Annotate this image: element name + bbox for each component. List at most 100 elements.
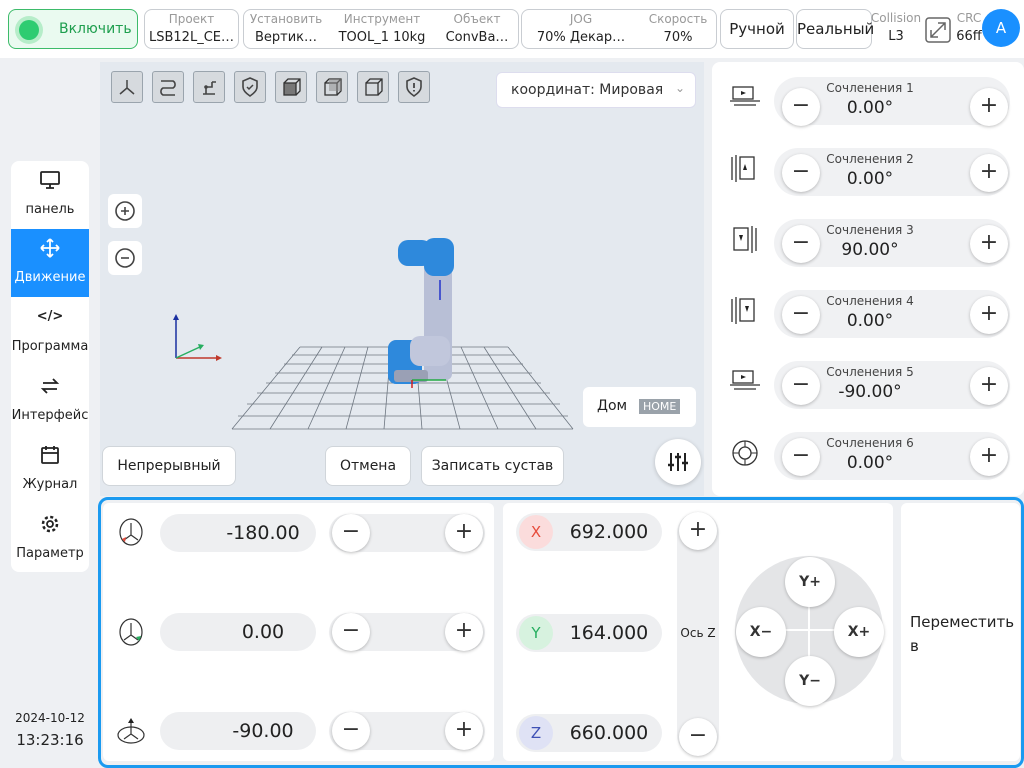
- y-plus-button[interactable]: Y+: [785, 557, 835, 607]
- jog-key: JOG: [569, 12, 593, 26]
- sliders-icon: [668, 453, 688, 471]
- jog-value: 70% Декар…: [536, 30, 626, 45]
- joint-6-plus-button[interactable]: +: [970, 438, 1008, 476]
- z-minus-button[interactable]: −: [679, 718, 717, 756]
- home-button[interactable]: Дом HOME: [583, 387, 696, 427]
- view-axes-icon[interactable]: [111, 71, 143, 103]
- tool-selector[interactable]: Инструмент TOOL_1 10kg: [330, 10, 434, 50]
- collision-level[interactable]: Collision L3: [870, 11, 922, 51]
- sidebar-item-log[interactable]: Журнал: [11, 436, 89, 504]
- view-path-icon[interactable]: [152, 71, 184, 103]
- calendar-icon: [11, 444, 89, 471]
- joint-4-icon: [731, 297, 755, 324]
- rx-minus-button[interactable]: −: [332, 514, 370, 552]
- y-minus-button[interactable]: Y−: [785, 656, 835, 706]
- view-shield-icon[interactable]: [234, 71, 266, 103]
- cancel-button[interactable]: Отмена: [325, 446, 411, 486]
- sidebar: панель Движение </> Программа Интерфейс …: [11, 161, 89, 572]
- y-value: 164.000: [569, 622, 649, 644]
- speed-selector[interactable]: Скорость 70%: [642, 10, 714, 50]
- rz-rotation-icon: [117, 718, 145, 744]
- crc-key: CRC: [956, 11, 982, 25]
- sidebar-item-panel[interactable]: панель: [11, 161, 89, 229]
- joint-2-plus-button[interactable]: +: [970, 154, 1008, 192]
- install-value: Вертик…: [254, 30, 318, 45]
- power-on-button[interactable]: Включить: [8, 9, 138, 49]
- rx-value-pill: -180.00: [160, 514, 316, 552]
- view-cube-front-icon[interactable]: [275, 71, 307, 103]
- speed-value: 70%: [663, 30, 693, 45]
- x-plus-button[interactable]: X+: [834, 607, 884, 657]
- joint-6-icon: [732, 440, 758, 466]
- view-warning-shield-icon[interactable]: [398, 71, 430, 103]
- zoom-in-button[interactable]: [108, 194, 142, 228]
- monitor-icon: [11, 169, 89, 196]
- joint-5-icon: [730, 370, 760, 390]
- sidebar-item-program[interactable]: </> Программа: [11, 298, 89, 366]
- sidebar-item-label: панель: [25, 202, 75, 217]
- z-axis-caption: Ось Z: [680, 626, 716, 640]
- joint-1-minus-button[interactable]: −: [782, 88, 820, 126]
- gear-icon: [11, 513, 89, 540]
- zoom-out-button[interactable]: [108, 241, 142, 275]
- user-avatar[interactable]: A: [982, 9, 1020, 47]
- project-key: Проект: [168, 12, 215, 26]
- home-label: Дом: [597, 398, 628, 414]
- joint-row-5: Сочленения 5 -90.00° − +: [712, 355, 1024, 415]
- joint-1-plus-button[interactable]: +: [970, 88, 1008, 126]
- home-badge: HOME: [639, 399, 681, 414]
- sidebar-item-parameter[interactable]: Параметр: [11, 505, 89, 572]
- view-robot-icon[interactable]: [193, 71, 225, 103]
- project-selector[interactable]: Проект LSB12L_CE…: [144, 9, 239, 49]
- collision-key: Collision: [870, 11, 922, 25]
- coordinate-system-value: координат: Мировая: [511, 82, 664, 98]
- z-plus-button[interactable]: +: [679, 512, 717, 550]
- install-selector[interactable]: Установить Вертик…: [246, 10, 326, 50]
- expand-icon[interactable]: [923, 15, 953, 45]
- coordinate-system-select[interactable]: координат: Мировая ⌄: [496, 72, 696, 108]
- ry-minus-button[interactable]: −: [332, 613, 370, 651]
- tool-value: TOOL_1 10kg: [338, 30, 426, 45]
- move-to-label: Переместить в: [910, 613, 1015, 655]
- continuous-button[interactable]: Непрерывный: [102, 446, 236, 486]
- joint-6-minus-button[interactable]: −: [782, 438, 820, 476]
- rz-value-pill: -90.00: [160, 712, 316, 750]
- joint-2-minus-button[interactable]: −: [782, 154, 820, 192]
- object-value: ConvBa…: [445, 30, 509, 45]
- real-mode-button[interactable]: Реальный: [796, 9, 874, 49]
- sidebar-item-label: Движение: [14, 270, 86, 285]
- joint-5-plus-button[interactable]: +: [970, 367, 1008, 405]
- ry-plus-button[interactable]: +: [445, 613, 483, 651]
- x-axis-label: X: [519, 515, 553, 549]
- joint-3-icon: [733, 226, 757, 253]
- crc-value: 66ff: [956, 29, 982, 44]
- swap-icon: [11, 375, 89, 402]
- manual-mode-button[interactable]: Ручной: [720, 9, 794, 49]
- x-minus-button[interactable]: X−: [736, 607, 786, 657]
- joint-4-minus-button[interactable]: −: [782, 296, 820, 334]
- joint-3-minus-button[interactable]: −: [782, 225, 820, 263]
- sidebar-item-interface[interactable]: Интерфейс: [11, 367, 89, 435]
- object-selector[interactable]: Объект ConvBa…: [438, 10, 516, 50]
- sidebar-item-motion[interactable]: Движение: [11, 229, 89, 297]
- joint-2-icon: [731, 155, 755, 182]
- y-axis-label: Y: [519, 616, 553, 650]
- code-icon: </>: [36, 309, 64, 324]
- sliders-settings-button[interactable]: [655, 439, 701, 485]
- joint-4-plus-button[interactable]: +: [970, 296, 1008, 334]
- rx-plus-button[interactable]: +: [445, 514, 483, 552]
- object-key: Объект: [453, 12, 501, 26]
- joint-3-plus-button[interactable]: +: [970, 225, 1008, 263]
- joint-row-4: Сочленения 4 0.00° − +: [712, 284, 1024, 344]
- rz-plus-button[interactable]: +: [445, 712, 483, 750]
- ry-value: 0.00: [241, 621, 285, 643]
- z-value: 660.000: [569, 722, 649, 744]
- jog-selector[interactable]: JOG 70% Декар…: [524, 10, 638, 50]
- view-cube-top-icon[interactable]: [357, 71, 389, 103]
- chevron-down-icon: ⌄: [674, 81, 685, 95]
- joint-5-minus-button[interactable]: −: [782, 367, 820, 405]
- rz-minus-button[interactable]: −: [332, 712, 370, 750]
- record-joint-button[interactable]: Записать сустав: [421, 446, 564, 486]
- view-cube-side-icon[interactable]: [316, 71, 348, 103]
- power-indicator-icon: [19, 20, 39, 40]
